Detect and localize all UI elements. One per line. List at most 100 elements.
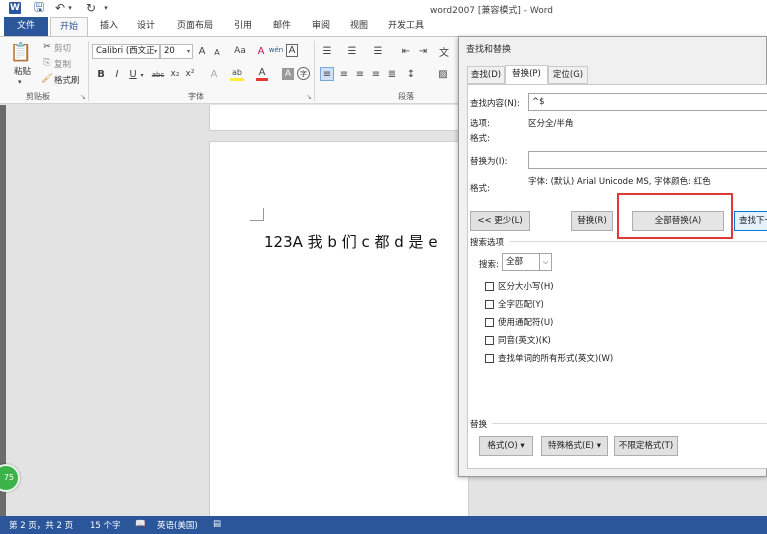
- align-center-icon[interactable]: ≡: [337, 67, 351, 81]
- search-direction-select[interactable]: 全部 ⌵: [502, 253, 552, 271]
- sounds-like-checkbox[interactable]: 同音(英文)(K): [485, 334, 551, 346]
- tab-design[interactable]: 设计: [134, 17, 158, 36]
- tab-goto[interactable]: 定位(G): [548, 66, 588, 84]
- copy-button[interactable]: 复制: [54, 58, 71, 70]
- checkbox-box[interactable]: [485, 335, 494, 345]
- less-button[interactable]: << 更少(L): [470, 211, 530, 231]
- superscript-button[interactable]: x²: [184, 68, 196, 80]
- options-value: 区分全/半角: [528, 119, 574, 129]
- tab-references[interactable]: 引用: [231, 17, 255, 36]
- format-painter-icon[interactable]: 🖌: [41, 74, 52, 84]
- customize-qat-icon[interactable]: ▾: [102, 1, 110, 15]
- undo-dropdown-icon[interactable]: ▾: [66, 1, 74, 15]
- language[interactable]: 英语(美国): [157, 519, 198, 531]
- grow-font-icon[interactable]: A: [196, 45, 208, 57]
- increase-indent-icon[interactable]: ⇥: [416, 44, 430, 58]
- clipboard-launcher-icon[interactable]: ↘: [80, 93, 86, 101]
- macro-record-icon[interactable]: ▤: [213, 519, 221, 529]
- page-count[interactable]: 第 2 页，共 2 页: [9, 519, 73, 531]
- wildcards-checkbox[interactable]: 使用通配符(U): [485, 316, 553, 328]
- copy-icon[interactable]: ⎘: [42, 58, 52, 68]
- bullets-icon[interactable]: ☰: [319, 44, 335, 58]
- chinese-layout-icon[interactable]: 文: [437, 44, 451, 59]
- find-format-label: 格式:: [470, 134, 490, 144]
- line-spacing-icon[interactable]: ↕: [404, 67, 418, 81]
- find-next-button[interactable]: 查找下一处(F): [734, 211, 767, 231]
- font-color-icon[interactable]: A: [256, 67, 268, 81]
- decrease-indent-icon[interactable]: ⇤: [399, 44, 413, 58]
- checkbox-box[interactable]: [485, 299, 494, 309]
- tab-developer[interactable]: 开发工具: [386, 17, 426, 36]
- word-count[interactable]: 15 个字: [90, 519, 121, 531]
- group-divider: [88, 41, 89, 101]
- dialog-title: 查找和替换: [466, 45, 512, 55]
- strikethrough-button[interactable]: abc: [149, 69, 167, 81]
- character-border-icon[interactable]: A: [286, 44, 298, 57]
- find-what-input[interactable]: ^$: [528, 93, 767, 111]
- phonetic-guide-icon[interactable]: wén: [269, 43, 283, 57]
- tab-file[interactable]: 文件: [4, 17, 48, 36]
- subscript-button[interactable]: x₂: [169, 68, 181, 80]
- checkbox-box[interactable]: [485, 281, 494, 291]
- document-text[interactable]: 123A 我 b 们 c 都 d 是 e: [264, 231, 438, 252]
- font-launcher-icon[interactable]: ↘: [306, 93, 312, 101]
- font-size-combo[interactable]: 20 ▾: [160, 44, 193, 59]
- highlight-color-icon[interactable]: ab: [230, 67, 244, 81]
- format-button[interactable]: 格式(O) ▾: [479, 436, 533, 456]
- tab-find[interactable]: 查找(D): [467, 66, 505, 84]
- no-formatting-button[interactable]: 不限定格式(T): [614, 436, 678, 456]
- format-painter-button[interactable]: 格式刷: [54, 74, 80, 86]
- replace-with-input[interactable]: [528, 151, 767, 169]
- align-left-icon[interactable]: ≡: [320, 67, 334, 81]
- text-effects-icon[interactable]: A: [208, 67, 220, 81]
- italic-button[interactable]: I: [112, 68, 122, 80]
- paste-dropdown-icon[interactable]: ▾: [18, 78, 22, 86]
- shrink-font-icon[interactable]: A: [211, 46, 223, 58]
- undo-icon[interactable]: ↶: [53, 1, 67, 15]
- paste-icon[interactable]: 📋: [10, 41, 32, 63]
- save-icon[interactable]: 🖫: [32, 0, 46, 15]
- underline-dropdown-icon[interactable]: ▾: [139, 70, 145, 80]
- replace-format-label: 格式:: [470, 184, 490, 194]
- tab-view[interactable]: 视图: [347, 17, 371, 36]
- align-right-icon[interactable]: ≡: [353, 67, 367, 81]
- enclose-characters-icon[interactable]: 字: [297, 67, 310, 80]
- redo-icon[interactable]: ↻: [84, 1, 98, 15]
- tab-replace[interactable]: 替换(P): [505, 65, 548, 84]
- tab-page-layout[interactable]: 页面布局: [175, 17, 215, 36]
- character-shading-icon[interactable]: A: [282, 68, 294, 80]
- divider: [492, 423, 767, 424]
- numbering-icon[interactable]: ☰: [344, 44, 360, 58]
- checkbox-label: 全字匹配(Y): [498, 300, 544, 310]
- tab-home[interactable]: 开始: [50, 17, 88, 37]
- checkbox-box[interactable]: [485, 317, 494, 327]
- underline-button[interactable]: U: [128, 68, 138, 80]
- cut-icon[interactable]: ✂: [42, 42, 52, 52]
- distributed-icon[interactable]: ≣: [385, 67, 399, 81]
- special-button[interactable]: 特殊格式(E) ▾: [541, 436, 608, 456]
- tab-review[interactable]: 审阅: [309, 17, 333, 36]
- group-divider: [314, 41, 315, 101]
- all-word-forms-checkbox[interactable]: 查找单词的所有形式(英文)(W): [485, 352, 613, 364]
- multilevel-list-icon[interactable]: ☰: [370, 44, 386, 58]
- chevron-down-icon: ▾: [153, 48, 157, 55]
- tab-mailings[interactable]: 邮件: [270, 17, 294, 36]
- checkbox-box[interactable]: [485, 353, 494, 363]
- find-replace-dialog: 查找和替换 查找(D) 替换(P) 定位(G) 查找内容(N): ^$ 选项: …: [458, 36, 767, 477]
- document-page-2[interactable]: [209, 141, 469, 517]
- whole-word-checkbox[interactable]: 全字匹配(Y): [485, 298, 544, 310]
- replace-button[interactable]: 替换(R): [571, 211, 613, 231]
- bold-button[interactable]: B: [96, 68, 106, 80]
- match-case-checkbox[interactable]: 区分大小写(H): [485, 280, 554, 292]
- proofing-icon[interactable]: 📖: [135, 519, 146, 529]
- floating-badge[interactable]: 75: [0, 464, 20, 492]
- cut-button[interactable]: 剪切: [54, 42, 71, 54]
- clear-format-icon[interactable]: A: [254, 45, 268, 57]
- paste-button[interactable]: 粘贴: [14, 65, 31, 77]
- font-name-combo[interactable]: Calibri (西文正 ▾: [92, 44, 160, 59]
- change-case-icon[interactable]: Aa: [231, 45, 249, 57]
- word-app-icon: W: [9, 2, 21, 14]
- justify-icon[interactable]: ≡: [369, 67, 383, 81]
- tab-insert[interactable]: 插入: [98, 17, 120, 36]
- shading-icon[interactable]: ▨: [436, 67, 450, 81]
